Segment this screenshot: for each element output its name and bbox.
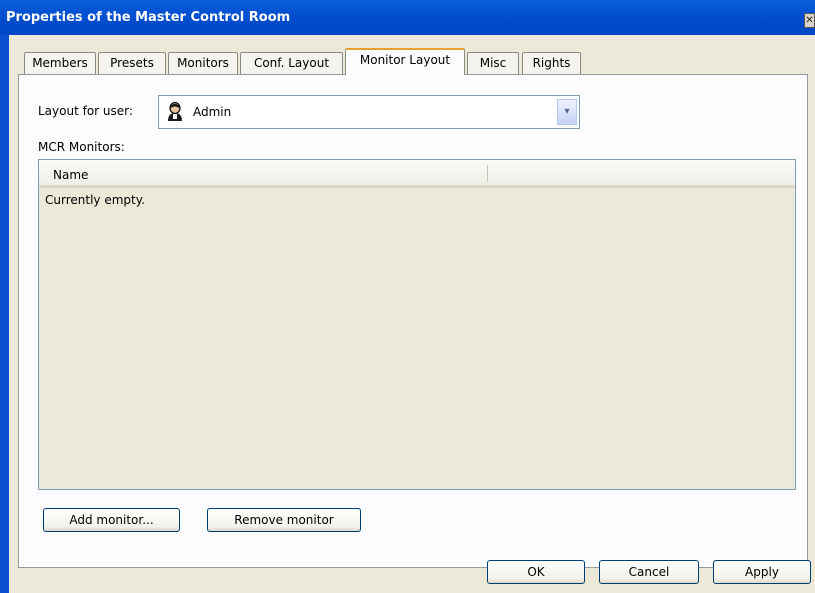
- selected-user: Admin: [193, 105, 232, 119]
- user-icon: [168, 102, 182, 121]
- cancel-button[interactable]: Cancel: [599, 560, 699, 584]
- tab-monitor-layout[interactable]: Monitor Layout: [345, 48, 465, 75]
- mcr-monitors-label: MCR Monitors:: [38, 140, 125, 154]
- title-bar[interactable]: Properties of the Master Control Room ✕: [0, 0, 815, 35]
- chevron-down-icon: ▾: [564, 106, 570, 117]
- window-title: Properties of the Master Control Room: [6, 10, 291, 25]
- column-header-name[interactable]: Name: [53, 168, 88, 182]
- user-select[interactable]: Admin ▾: [158, 95, 580, 129]
- column-divider[interactable]: [487, 165, 488, 182]
- tab-misc[interactable]: Misc: [467, 52, 519, 74]
- tab-conf-layout[interactable]: Conf. Layout: [240, 52, 343, 74]
- tab-rights[interactable]: Rights: [522, 52, 581, 74]
- remove-monitor-button[interactable]: Remove monitor: [207, 508, 361, 532]
- close-icon: ✕: [805, 15, 814, 26]
- dropdown-button[interactable]: ▾: [557, 99, 577, 125]
- window-left-border: [0, 35, 9, 593]
- add-monitor-button[interactable]: Add monitor...: [43, 508, 180, 532]
- layout-for-user-label: Layout for user:: [38, 104, 133, 118]
- tab-monitors[interactable]: Monitors: [168, 52, 238, 74]
- mcr-monitors-table[interactable]: Name Currently empty.: [38, 159, 796, 490]
- tab-members[interactable]: Members: [24, 52, 96, 74]
- empty-table-message: Currently empty.: [45, 193, 145, 207]
- apply-button[interactable]: Apply: [713, 560, 811, 584]
- tab-presets[interactable]: Presets: [98, 52, 166, 74]
- properties-dialog: Properties of the Master Control Room ✕ …: [0, 0, 815, 593]
- table-header: Name: [39, 160, 795, 188]
- ok-button[interactable]: OK: [487, 560, 585, 584]
- close-button[interactable]: ✕: [804, 13, 815, 28]
